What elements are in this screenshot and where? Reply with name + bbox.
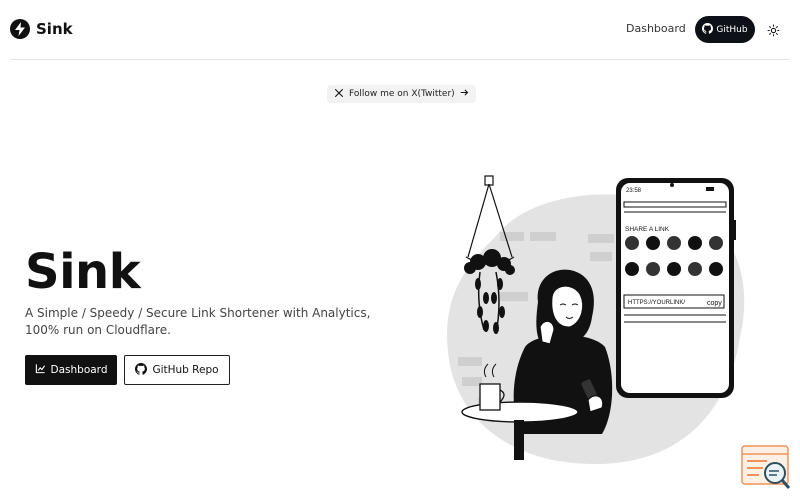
brand-name: Sink [36,20,73,38]
search-analytics-widget[interactable] [741,445,791,490]
dashboard-button-label: Dashboard [50,364,108,376]
copy-text: copy [707,300,722,307]
github-icon [702,22,714,37]
nav-github-button[interactable]: GitHub [695,16,755,43]
url-placeholder: HTTPS://YOURLINK/ [628,300,685,306]
dashboard-button[interactable]: Dashboard [25,355,117,385]
x-twitter-icon [334,88,344,101]
arrow-right-icon [460,88,469,100]
nav-dashboard-link[interactable]: Dashboard [626,22,686,35]
lightning-logo-icon [10,19,30,39]
phone-time: 23:58 [626,188,642,194]
share-a-link-label: SHARE A LINK [625,226,670,233]
hero-description: A Simple / Speedy / Secure Link Shortene… [25,306,371,337]
follow-twitter-link[interactable]: Follow me on X(Twitter) [327,85,476,103]
github-repo-button[interactable]: GitHub Repo [124,355,230,385]
hero-illustration: 23:58 SHARE A LINK HTTPS://YOURLINK/ cop… [440,172,760,472]
chart-icon [35,363,46,377]
brand-home-link[interactable]: Sink [10,19,73,39]
woman-with-phone-illustration: 23:58 SHARE A LINK HTTPS://YOURLINK/ cop… [447,175,745,465]
follow-twitter-label: Follow me on X(Twitter) [349,89,455,99]
github-repo-button-label: GitHub Repo [152,364,219,376]
theme-toggle-sun-icon[interactable] [765,22,781,38]
nav-github-label: GitHub [716,24,748,35]
nav-divider [10,59,790,60]
top-navbar: Sink Dashboard GitHub [0,0,800,60]
github-icon [135,362,148,378]
hero-title: Sink [25,244,141,300]
